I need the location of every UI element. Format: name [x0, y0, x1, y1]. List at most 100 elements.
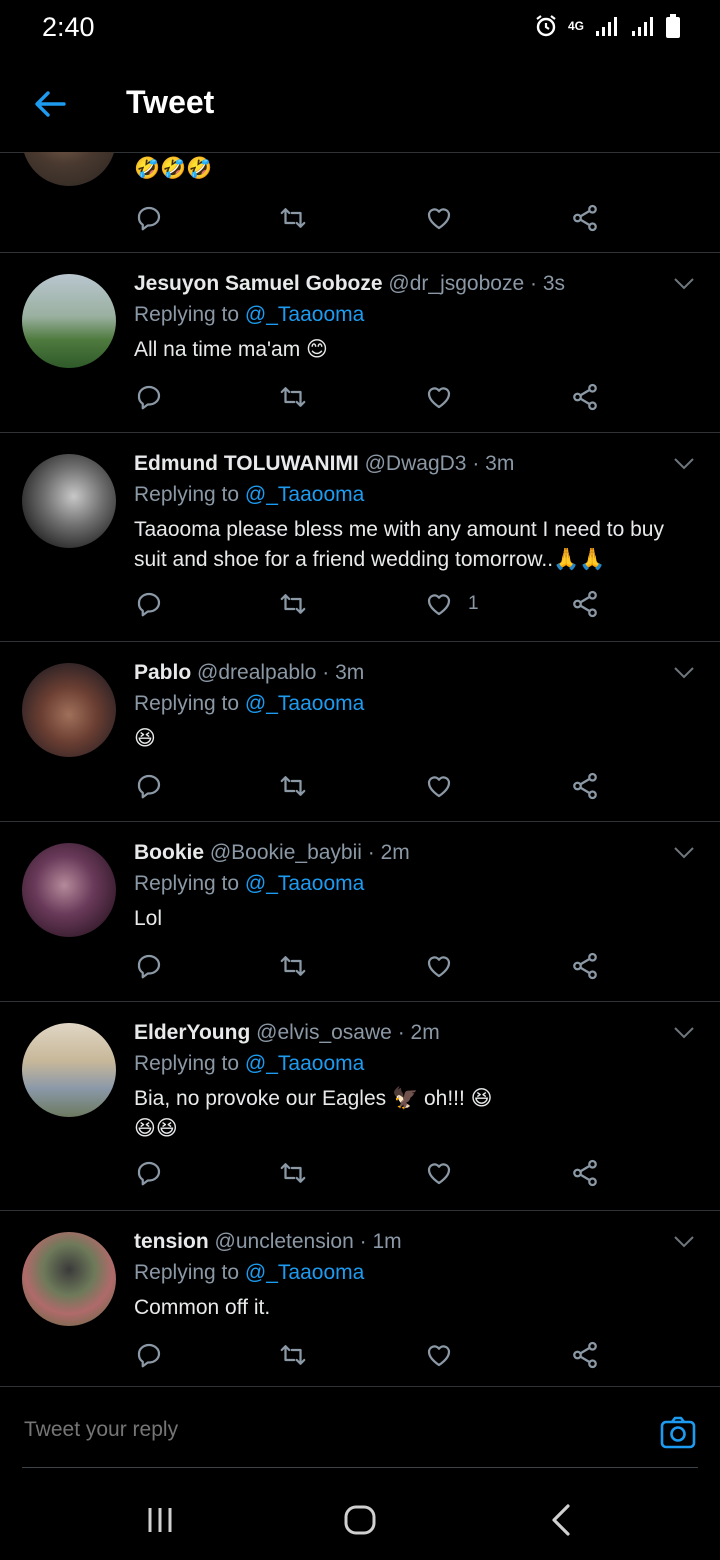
- avatar[interactable]: [22, 274, 116, 368]
- like-button[interactable]: [424, 1337, 468, 1373]
- avatar[interactable]: [22, 663, 116, 757]
- reply-button[interactable]: [134, 1155, 164, 1191]
- like-button[interactable]: [424, 948, 468, 984]
- tweet-item[interactable]: Pablo @drealpablo · 3m Replying to @_Taa…: [0, 642, 720, 822]
- mention-link[interactable]: @_Taaooma: [245, 303, 364, 326]
- author-name[interactable]: tension: [134, 1230, 209, 1253]
- reply-button[interactable]: [134, 586, 164, 622]
- tweet-actions: [134, 768, 604, 808]
- mention-link[interactable]: @_Taaooma: [245, 483, 364, 506]
- separator: ·: [530, 272, 537, 295]
- alarm-icon: [536, 15, 556, 37]
- status-icons: 4G: [534, 14, 680, 38]
- mention-link[interactable]: @_Taaooma: [245, 1052, 364, 1075]
- like-button[interactable]: [424, 200, 454, 236]
- like-icon: [424, 589, 454, 619]
- mention-link[interactable]: @_Taaooma: [245, 692, 364, 715]
- replying-label: Replying to: [134, 303, 240, 326]
- retweet-button[interactable]: [278, 948, 308, 984]
- reply-feed[interactable]: 🤣🤣🤣 Jesuyon Samuel Goboze @dr_jsgoboze ·…: [0, 152, 720, 1386]
- tweet-item[interactable]: ElderYoung @elvis_osawe · 2m Replying to…: [0, 1002, 720, 1211]
- retweet-button[interactable]: [278, 379, 308, 415]
- tweet-item[interactable]: tension @uncletension · 1m Replying to @…: [0, 1211, 720, 1386]
- reply-button[interactable]: [134, 768, 164, 804]
- tweet-text: All na time ma'am 😊: [134, 338, 328, 361]
- reply-button[interactable]: [134, 379, 164, 415]
- like-button[interactable]: 1: [424, 586, 479, 622]
- share-button[interactable]: [570, 200, 600, 236]
- reply-icon: [134, 771, 164, 801]
- retweet-button[interactable]: [278, 586, 308, 622]
- share-icon: [570, 203, 600, 233]
- avatar[interactable]: [22, 1023, 116, 1117]
- reply-button[interactable]: [134, 200, 164, 236]
- retweet-button[interactable]: [278, 768, 308, 804]
- replying-label: Replying to: [134, 872, 240, 895]
- retweet-button[interactable]: [278, 1155, 308, 1191]
- recent-apps-icon[interactable]: [140, 1500, 180, 1540]
- reply-button[interactable]: [134, 1337, 164, 1373]
- partial-tweet[interactable]: 🤣🤣🤣: [0, 152, 720, 253]
- author-handle[interactable]: @elvis_osawe: [256, 1021, 392, 1044]
- retweet-icon: [278, 1340, 308, 1370]
- mention-link[interactable]: @_Taaooma: [245, 1261, 364, 1284]
- share-button[interactable]: [570, 1337, 600, 1373]
- tweet-item[interactable]: Jesuyon Samuel Goboze @dr_jsgoboze · 3s …: [0, 253, 720, 433]
- share-icon: [570, 382, 600, 412]
- like-button[interactable]: [424, 768, 468, 804]
- share-button[interactable]: [570, 379, 600, 415]
- share-button[interactable]: [570, 948, 600, 984]
- author-handle[interactable]: @dr_jsgoboze: [388, 272, 524, 295]
- author-name[interactable]: Bookie: [134, 841, 204, 864]
- network-type: 4G: [567, 19, 584, 33]
- tweet-text: Taaooma please bless me with any amount …: [134, 518, 664, 571]
- tweet-item[interactable]: Edmund TOLUWANIMI @DwagD3 · 3m Replying …: [0, 433, 720, 642]
- share-button[interactable]: [570, 586, 600, 622]
- avatar[interactable]: [22, 152, 116, 186]
- author-name[interactable]: Pablo: [134, 661, 191, 684]
- retweet-button[interactable]: [278, 200, 308, 236]
- reply-icon: [134, 1340, 164, 1370]
- reply-button[interactable]: [134, 948, 164, 984]
- tweet-time: 3m: [485, 452, 515, 475]
- tweet-actions: [134, 1337, 604, 1377]
- tweet-text: Bia, no provoke our Eagles 🦅 oh!!! 😆😆😆: [134, 1087, 493, 1140]
- status-bar: 2:40 4G: [0, 0, 720, 56]
- back-arrow-icon[interactable]: [30, 84, 70, 124]
- system-back-icon[interactable]: [542, 1500, 582, 1540]
- like-button[interactable]: [424, 1155, 468, 1191]
- reply-icon: [134, 951, 164, 981]
- tweet-actions: [134, 379, 604, 419]
- author-name[interactable]: Jesuyon Samuel Goboze: [134, 272, 383, 295]
- retweet-button[interactable]: [278, 1337, 308, 1373]
- author-handle[interactable]: @uncletension: [215, 1230, 354, 1253]
- like-button[interactable]: [424, 379, 468, 415]
- avatar[interactable]: [22, 1232, 116, 1326]
- tweet-actions: [134, 1155, 604, 1195]
- share-button[interactable]: [570, 1155, 600, 1191]
- share-button[interactable]: [570, 768, 600, 804]
- home-icon[interactable]: [340, 1500, 380, 1540]
- app-header: Tweet: [0, 56, 720, 153]
- camera-icon[interactable]: [660, 1415, 696, 1451]
- reply-input[interactable]: [22, 1409, 626, 1451]
- separator: ·: [367, 841, 375, 864]
- reply-icon: [134, 1158, 164, 1188]
- author-name[interactable]: Edmund TOLUWANIMI: [134, 452, 359, 475]
- tweet-time: 3s: [542, 272, 566, 295]
- reply-icon: [134, 589, 164, 619]
- avatar[interactable]: [22, 843, 116, 937]
- retweet-icon: [278, 951, 308, 981]
- tweet-item[interactable]: Bookie @Bookie_baybii · 2m Replying to @…: [0, 822, 720, 1002]
- retweet-icon: [278, 382, 308, 412]
- author-handle[interactable]: @DwagD3: [365, 452, 467, 475]
- author-handle[interactable]: @drealpablo: [197, 661, 316, 684]
- tweet-text: Common off it.: [134, 1296, 271, 1319]
- avatar[interactable]: [22, 454, 116, 548]
- separator: ·: [397, 1021, 405, 1044]
- author-handle[interactable]: @Bookie_baybii: [210, 841, 362, 864]
- status-time: 2:40: [42, 12, 95, 42]
- author-name[interactable]: ElderYoung: [134, 1021, 250, 1044]
- mention-link[interactable]: @_Taaooma: [245, 872, 364, 895]
- reply-icon: [134, 203, 164, 233]
